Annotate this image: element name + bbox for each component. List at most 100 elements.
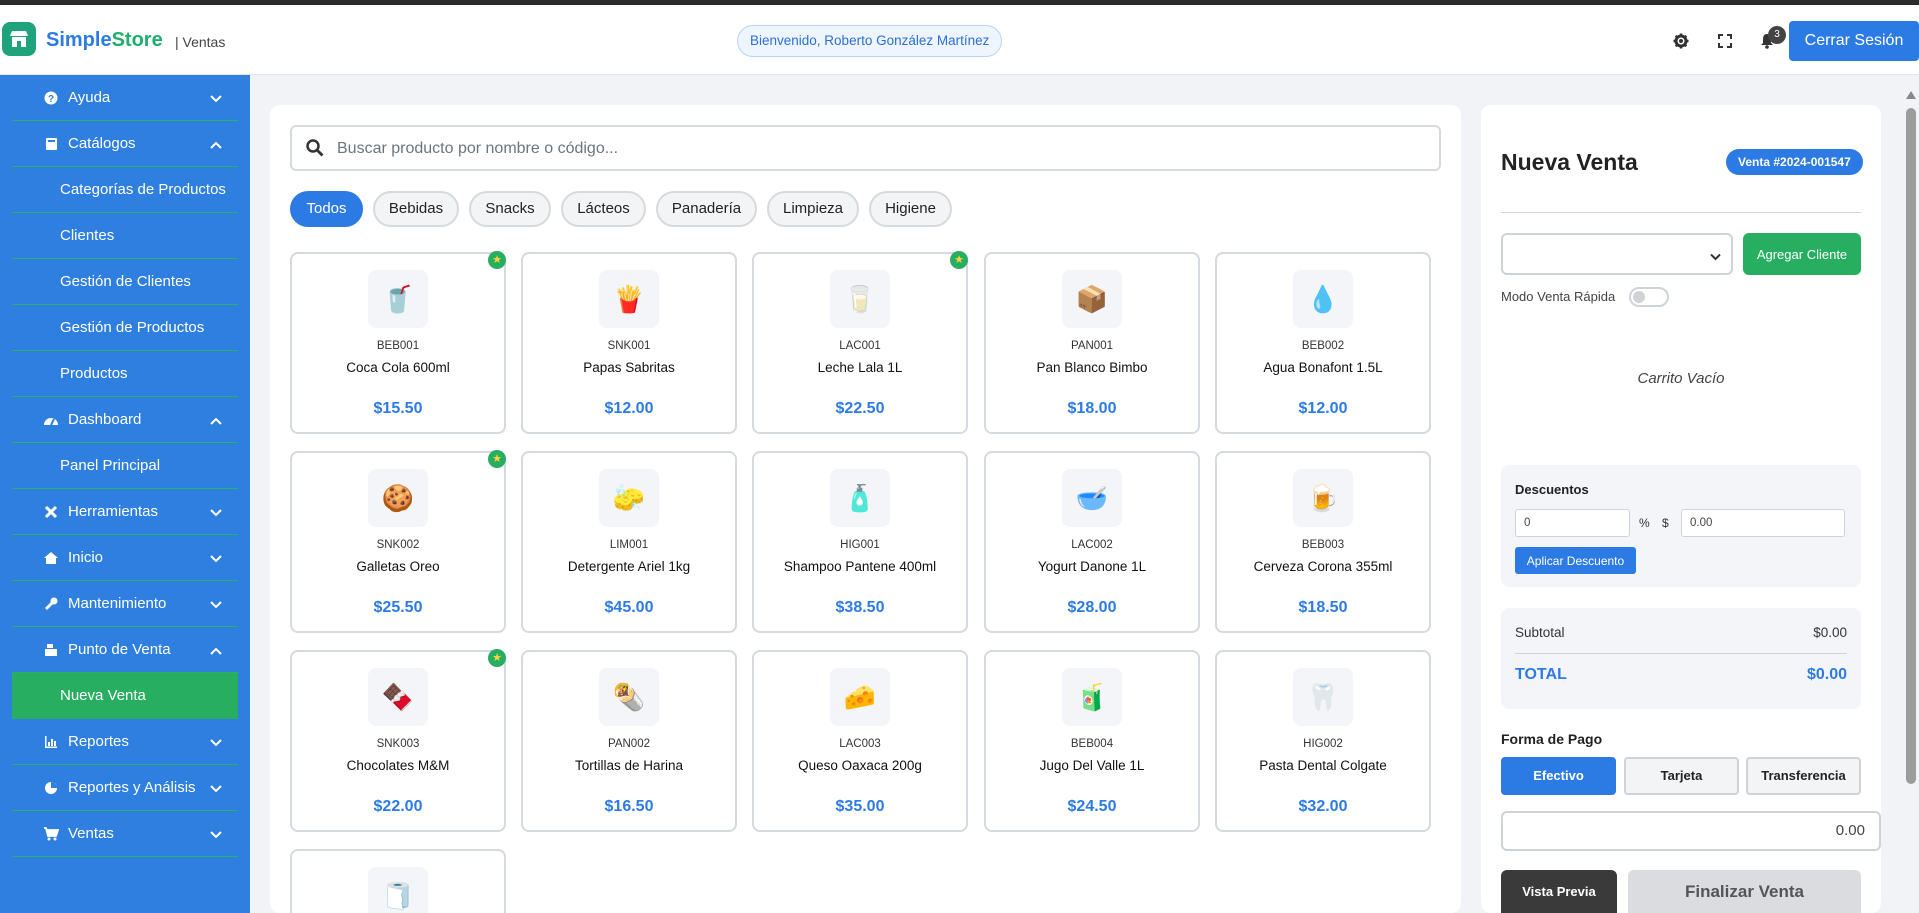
cart-panel: Nueva Venta Venta #2024-001547 Agregar C… [1481, 105, 1881, 913]
product-card[interactable]: 🥤 BEB001 Coca Cola 600ml $15.50 ★ [290, 251, 506, 434]
product-thumbnail: 🍪 [368, 469, 428, 527]
discount-percent-input[interactable]: 0 [1515, 509, 1630, 537]
sidebar-item-ventas[interactable]: Ventas [12, 811, 238, 857]
product-thumbnail: 🥤 [368, 270, 428, 328]
product-name: Leche Lala 1L [817, 360, 903, 375]
product-card[interactable]: 🍟 SNK001 Papas Sabritas $12.00 [521, 252, 737, 434]
product-code: PAN002 [608, 738, 650, 750]
sidebar-item-productos[interactable]: Productos [12, 351, 238, 397]
sidebar-item-catalogos[interactable]: Catálogos [12, 121, 238, 167]
sidebar-item-reportes-analisis[interactable]: Reportes y Análisis [12, 765, 238, 811]
category-chip-lacteos[interactable]: Lácteos [561, 191, 646, 227]
dollar-symbol: $ [1662, 516, 1669, 530]
payment-card-button[interactable]: Tarjeta [1624, 757, 1739, 795]
svg-text:?: ? [48, 94, 54, 105]
product-card[interactable]: 🦷 HIG002 Pasta Dental Colgate $32.00 [1215, 650, 1431, 832]
logout-button[interactable]: Cerrar Sesión [1789, 21, 1919, 61]
product-card[interactable]: 🥣 LAC002 Yogurt Danone 1L $28.00 [984, 451, 1200, 633]
sidebar-item-nueva-venta[interactable]: Nueva Venta [12, 673, 238, 719]
product-card[interactable]: 🧻 [290, 849, 506, 913]
sidebar-item-categorias-productos[interactable]: Categorías de Productos [12, 167, 238, 213]
sidebar-item-panel-principal[interactable]: Panel Principal [12, 443, 238, 489]
discount-amount-input[interactable]: 0.00 [1681, 509, 1845, 537]
product-name: Pasta Dental Colgate [1259, 758, 1387, 773]
product-thumbnail: 🥛 [830, 270, 890, 328]
chart-icon [42, 733, 60, 751]
payment-cash-button[interactable]: Efectivo [1501, 757, 1616, 795]
chevron-down-icon [210, 780, 222, 797]
product-code: HIG001 [840, 539, 880, 551]
product-name: Galletas Oreo [356, 559, 440, 574]
product-name: Papas Sabritas [583, 360, 675, 375]
product-card[interactable]: 🌯 PAN002 Tortillas de Harina $16.50 [521, 650, 737, 832]
category-chip-limpieza[interactable]: Limpieza [767, 191, 859, 227]
fullscreen-icon[interactable] [1715, 31, 1735, 51]
scroll-up-arrow-icon[interactable] [1906, 91, 1916, 99]
chevron-up-icon [210, 412, 222, 429]
category-chip-bebidas[interactable]: Bebidas [373, 191, 459, 227]
sidebar-item-ayuda[interactable]: ? Ayuda [12, 75, 238, 121]
star-icon: ★ [488, 649, 506, 667]
sidebar-item-herramientas[interactable]: Herramientas [12, 489, 238, 535]
product-code: LAC001 [839, 340, 881, 352]
sidebar-item-clientes[interactable]: Clientes [12, 213, 238, 259]
product-code: LAC003 [839, 738, 881, 750]
gear-icon[interactable] [1671, 31, 1691, 51]
sidebar-item-gestion-productos[interactable]: Gestión de Productos [12, 305, 238, 351]
product-code: BEB003 [1301, 539, 1345, 551]
product-code: HIG002 [1303, 738, 1343, 750]
product-search-input[interactable]: Buscar producto por nombre o código... [290, 125, 1441, 171]
store-logo-icon[interactable] [2, 22, 36, 56]
sidebar-item-mantenimiento[interactable]: Mantenimiento [12, 581, 238, 627]
category-chip-higiene[interactable]: Higiene [869, 191, 952, 227]
subtotal-row: Subtotal $0.00 [1515, 625, 1847, 640]
product-card[interactable]: 📦 PAN001 Pan Blanco Bimbo $18.00 [984, 252, 1200, 434]
home-icon [42, 549, 60, 567]
product-card[interactable]: 🧴 HIG001 Shampoo Pantene 400ml $38.50 [752, 451, 968, 633]
payment-transfer-button[interactable]: Transferencia [1746, 757, 1861, 795]
sidebar-item-dashboard[interactable]: Dashboard [12, 397, 238, 443]
brand-name[interactable]: SimpleStore [46, 29, 163, 52]
sidebar-item-punto-de-venta[interactable]: Punto de Venta [12, 627, 238, 673]
cart-icon [42, 825, 60, 843]
search-placeholder: Buscar producto por nombre o código... [337, 140, 619, 157]
chevron-down-icon [210, 734, 222, 751]
category-chip-snacks[interactable]: Snacks [469, 191, 551, 227]
product-code: BEB002 [1301, 340, 1345, 352]
product-card[interactable]: 🍪 SNK002 Galletas Oreo $25.50 ★ [290, 450, 506, 633]
products-panel: Buscar producto por nombre o código... T… [270, 105, 1461, 913]
book-icon [42, 135, 60, 153]
chevron-down-icon [1710, 248, 1721, 266]
payment-amount-input[interactable]: 0.00 [1501, 811, 1881, 851]
sale-number-badge: Venta #2024-001547 [1726, 149, 1863, 175]
product-name: Detergente Ariel 1kg [567, 559, 691, 574]
product-card[interactable]: 🍫 SNK003 Chocolates M&M $22.00 ★ [290, 649, 506, 832]
product-thumbnail: 🧽 [599, 469, 659, 527]
discounts-section: Descuentos 0 % $ 0.00 Aplicar Descuento [1501, 465, 1861, 587]
sidebar-item-gestion-clientes[interactable]: Gestión de Clientes [12, 259, 238, 305]
quick-sale-toggle[interactable] [1629, 287, 1669, 307]
product-price: $35.00 [835, 798, 885, 815]
product-card[interactable]: 🧃 BEB004 Jugo Del Valle 1L $24.50 [984, 650, 1200, 832]
scrollbar-thumb[interactable] [1906, 108, 1916, 784]
finish-sale-button[interactable]: Finalizar Venta [1628, 870, 1861, 913]
category-chip-panaderia[interactable]: Panadería [656, 191, 757, 227]
product-card[interactable]: 🧀 LAC003 Queso Oaxaca 200g $35.00 [752, 650, 968, 832]
sidebar-item-label: Punto de Venta [68, 641, 171, 658]
cart-title: Nueva Venta [1501, 149, 1638, 175]
sidebar-item-inicio[interactable]: Inicio [12, 535, 238, 581]
sidebar-item-label: Mantenimiento [68, 595, 167, 612]
sidebar-item-reportes[interactable]: Reportes [12, 719, 238, 765]
product-card[interactable]: 🍺 BEB003 Cerveza Corona 355ml $18.50 [1215, 451, 1431, 633]
apply-discount-button[interactable]: Aplicar Descuento [1515, 547, 1636, 574]
star-icon: ★ [488, 251, 506, 269]
preview-button[interactable]: Vista Previa [1501, 870, 1617, 913]
product-card[interactable]: 🥛 LAC001 Leche Lala 1L $22.50 ★ [752, 251, 968, 434]
product-card[interactable]: 🧽 LIM001 Detergente Ariel 1kg $45.00 [521, 451, 737, 633]
client-select[interactable] [1501, 233, 1733, 275]
product-code: BEB001 [376, 340, 420, 352]
product-card[interactable]: 💧 BEB002 Agua Bonafont 1.5L $12.00 [1215, 252, 1431, 434]
add-client-button[interactable]: Agregar Cliente [1743, 233, 1861, 275]
product-price: $18.50 [1298, 599, 1348, 616]
category-chip-todos[interactable]: Todos [290, 191, 363, 227]
